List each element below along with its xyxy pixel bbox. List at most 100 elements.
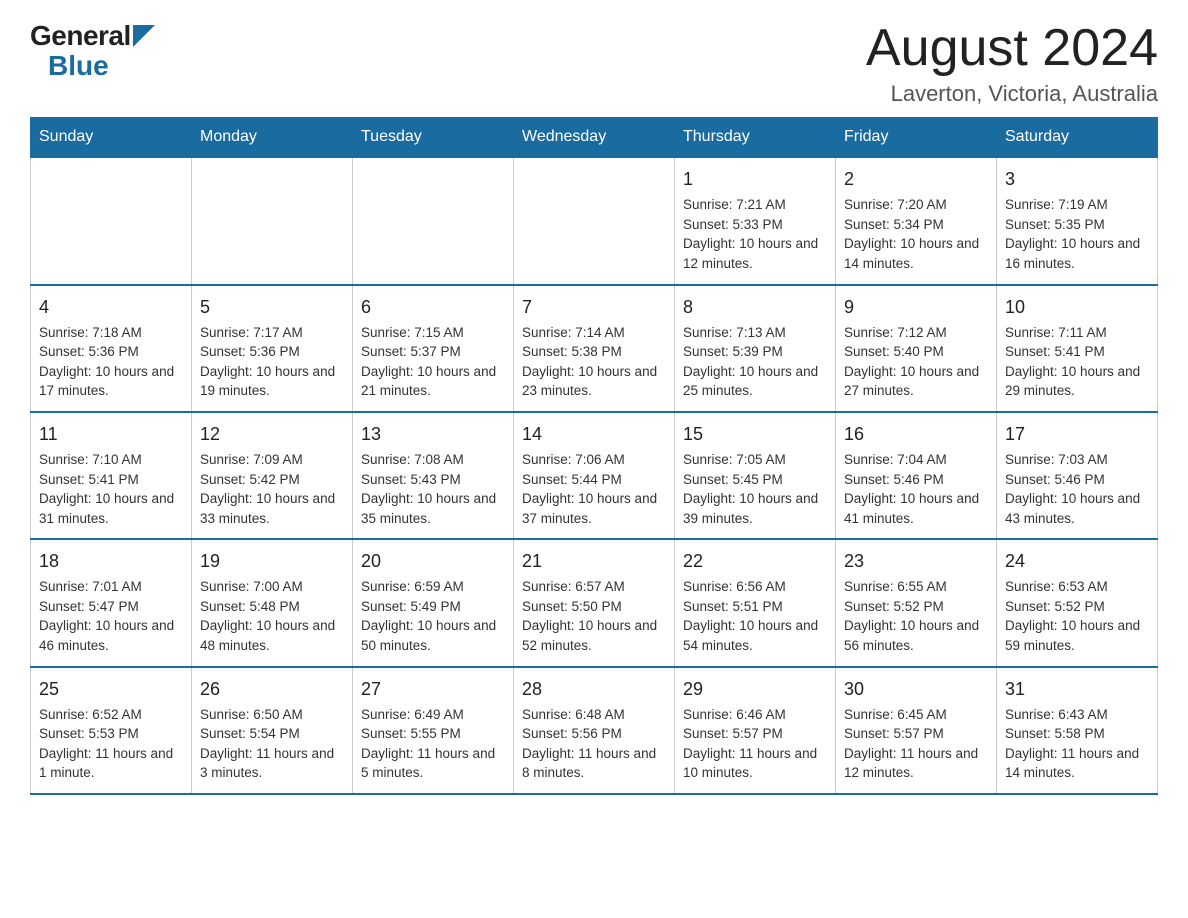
calendar-cell bbox=[514, 157, 675, 284]
location: Laverton, Victoria, Australia bbox=[866, 81, 1158, 107]
calendar-header-thursday: Thursday bbox=[675, 118, 836, 158]
day-number: 17 bbox=[1005, 421, 1149, 447]
day-number: 21 bbox=[522, 548, 666, 574]
calendar-cell: 18Sunrise: 7:01 AMSunset: 5:47 PMDayligh… bbox=[31, 539, 192, 666]
day-info: Daylight: 10 hours and 27 minutes. bbox=[844, 362, 988, 401]
day-info: Daylight: 10 hours and 23 minutes. bbox=[522, 362, 666, 401]
logo: General Blue bbox=[30, 20, 155, 82]
day-info: Sunrise: 7:05 AM bbox=[683, 450, 827, 470]
day-info: Sunrise: 7:12 AM bbox=[844, 323, 988, 343]
day-info: Daylight: 10 hours and 59 minutes. bbox=[1005, 616, 1149, 655]
calendar-cell: 21Sunrise: 6:57 AMSunset: 5:50 PMDayligh… bbox=[514, 539, 675, 666]
calendar-cell: 2Sunrise: 7:20 AMSunset: 5:34 PMDaylight… bbox=[836, 157, 997, 284]
day-info: Sunset: 5:47 PM bbox=[39, 597, 183, 617]
day-info: Sunrise: 6:50 AM bbox=[200, 705, 344, 725]
calendar-cell: 7 Sunrise: 7:14 AMSunset: 5:38 PMDaylight… bbox=[514, 285, 675, 412]
day-info: Sunrise: 7:14 AM bbox=[522, 323, 666, 343]
day-info: Daylight: 11 hours and 14 minutes. bbox=[1005, 744, 1149, 783]
day-info: Sunrise: 7:19 AM bbox=[1005, 195, 1149, 215]
day-number: 27 bbox=[361, 676, 505, 702]
day-info: Sunrise: 6:46 AM bbox=[683, 705, 827, 725]
calendar-cell bbox=[192, 157, 353, 284]
calendar-week-row: 18Sunrise: 7:01 AMSunset: 5:47 PMDayligh… bbox=[31, 539, 1158, 666]
calendar-cell: 4Sunrise: 7:18 AMSunset: 5:36 PMDaylight… bbox=[31, 285, 192, 412]
calendar-cell bbox=[31, 157, 192, 284]
day-info: Daylight: 10 hours and 25 minutes. bbox=[683, 362, 827, 401]
calendar-cell: 5Sunrise: 7:17 AMSunset: 5:36 PMDaylight… bbox=[192, 285, 353, 412]
day-info: Sunrise: 7:06 AM bbox=[522, 450, 666, 470]
day-number: 26 bbox=[200, 676, 344, 702]
calendar-cell: 30Sunrise: 6:45 AMSunset: 5:57 PMDayligh… bbox=[836, 667, 997, 794]
day-info: Daylight: 10 hours and 56 minutes. bbox=[844, 616, 988, 655]
calendar-cell: 19Sunrise: 7:00 AMSunset: 5:48 PMDayligh… bbox=[192, 539, 353, 666]
day-info: Sunset: 5:51 PM bbox=[683, 597, 827, 617]
day-info: Sunset: 5:33 PM bbox=[683, 215, 827, 235]
day-info: Sunset: 5:46 PM bbox=[1005, 470, 1149, 490]
day-info: Sunset: 5:48 PM bbox=[200, 597, 344, 617]
day-info: Sunrise: 7:10 AM bbox=[39, 450, 183, 470]
page-header: General Blue August 2024 Laverton, Victo… bbox=[30, 20, 1158, 107]
day-info: Sunrise: 7:20 AM bbox=[844, 195, 988, 215]
day-info: Daylight: 11 hours and 12 minutes. bbox=[844, 744, 988, 783]
day-info: Daylight: 10 hours and 46 minutes. bbox=[39, 616, 183, 655]
day-number: 4 bbox=[39, 294, 183, 320]
day-info: Sunrise: 7:13 AM bbox=[683, 323, 827, 343]
day-info: Sunset: 5:39 PM bbox=[683, 342, 827, 362]
day-number: 20 bbox=[361, 548, 505, 574]
calendar-cell: 26Sunrise: 6:50 AMSunset: 5:54 PMDayligh… bbox=[192, 667, 353, 794]
calendar-header-tuesday: Tuesday bbox=[353, 118, 514, 158]
day-info: Sunset: 5:41 PM bbox=[1005, 342, 1149, 362]
day-info: Daylight: 11 hours and 10 minutes. bbox=[683, 744, 827, 783]
day-info: Daylight: 10 hours and 29 minutes. bbox=[1005, 362, 1149, 401]
logo-triangle-icon bbox=[133, 25, 155, 47]
logo-general-text: General bbox=[30, 20, 131, 52]
day-info: Sunset: 5:41 PM bbox=[39, 470, 183, 490]
calendar-cell: 25Sunrise: 6:52 AMSunset: 5:53 PMDayligh… bbox=[31, 667, 192, 794]
calendar-header-monday: Monday bbox=[192, 118, 353, 158]
day-info: Daylight: 11 hours and 3 minutes. bbox=[200, 744, 344, 783]
calendar-cell: 23Sunrise: 6:55 AMSunset: 5:52 PMDayligh… bbox=[836, 539, 997, 666]
calendar-header-wednesday: Wednesday bbox=[514, 118, 675, 158]
day-info: Sunrise: 6:43 AM bbox=[1005, 705, 1149, 725]
calendar-cell: 6Sunrise: 7:15 AMSunset: 5:37 PMDaylight… bbox=[353, 285, 514, 412]
day-info: Sunset: 5:46 PM bbox=[844, 470, 988, 490]
day-number: 16 bbox=[844, 421, 988, 447]
day-info: Sunset: 5:49 PM bbox=[361, 597, 505, 617]
day-number: 29 bbox=[683, 676, 827, 702]
day-number: 3 bbox=[1005, 166, 1149, 192]
day-number: 23 bbox=[844, 548, 988, 574]
calendar-header-row: SundayMondayTuesdayWednesdayThursdayFrid… bbox=[31, 118, 1158, 158]
calendar-cell: 17Sunrise: 7:03 AMSunset: 5:46 PMDayligh… bbox=[997, 412, 1158, 539]
calendar-cell: 31Sunrise: 6:43 AMSunset: 5:58 PMDayligh… bbox=[997, 667, 1158, 794]
day-info: Sunset: 5:57 PM bbox=[844, 724, 988, 744]
day-number: 12 bbox=[200, 421, 344, 447]
calendar-week-row: 1Sunrise: 7:21 AMSunset: 5:33 PMDaylight… bbox=[31, 157, 1158, 284]
day-info: Sunrise: 7:04 AM bbox=[844, 450, 988, 470]
calendar-cell: 11Sunrise: 7:10 AMSunset: 5:41 PMDayligh… bbox=[31, 412, 192, 539]
day-number: 15 bbox=[683, 421, 827, 447]
day-info: Sunrise: 7:00 AM bbox=[200, 577, 344, 597]
calendar-week-row: 25Sunrise: 6:52 AMSunset: 5:53 PMDayligh… bbox=[31, 667, 1158, 794]
day-info: Sunset: 5:53 PM bbox=[39, 724, 183, 744]
day-info: Sunrise: 7:08 AM bbox=[361, 450, 505, 470]
day-info: Daylight: 10 hours and 35 minutes. bbox=[361, 489, 505, 528]
day-number: 6 bbox=[361, 294, 505, 320]
day-info: Sunset: 5:38 PM bbox=[522, 342, 666, 362]
calendar-cell: 9Sunrise: 7:12 AMSunset: 5:40 PMDaylight… bbox=[836, 285, 997, 412]
day-info: Sunrise: 6:52 AM bbox=[39, 705, 183, 725]
day-info: Sunset: 5:44 PM bbox=[522, 470, 666, 490]
calendar-week-row: 11Sunrise: 7:10 AMSunset: 5:41 PMDayligh… bbox=[31, 412, 1158, 539]
day-info: Sunrise: 6:45 AM bbox=[844, 705, 988, 725]
day-info: Sunset: 5:52 PM bbox=[1005, 597, 1149, 617]
calendar-cell: 29Sunrise: 6:46 AMSunset: 5:57 PMDayligh… bbox=[675, 667, 836, 794]
day-number: 7 bbox=[522, 294, 666, 320]
day-info: Sunrise: 7:18 AM bbox=[39, 323, 183, 343]
day-info: Daylight: 10 hours and 31 minutes. bbox=[39, 489, 183, 528]
day-info: Sunset: 5:36 PM bbox=[39, 342, 183, 362]
day-info: Sunrise: 6:49 AM bbox=[361, 705, 505, 725]
day-info: Sunrise: 6:56 AM bbox=[683, 577, 827, 597]
day-info: Sunrise: 7:03 AM bbox=[1005, 450, 1149, 470]
day-info: Daylight: 10 hours and 48 minutes. bbox=[200, 616, 344, 655]
day-number: 18 bbox=[39, 548, 183, 574]
calendar-header-sunday: Sunday bbox=[31, 118, 192, 158]
